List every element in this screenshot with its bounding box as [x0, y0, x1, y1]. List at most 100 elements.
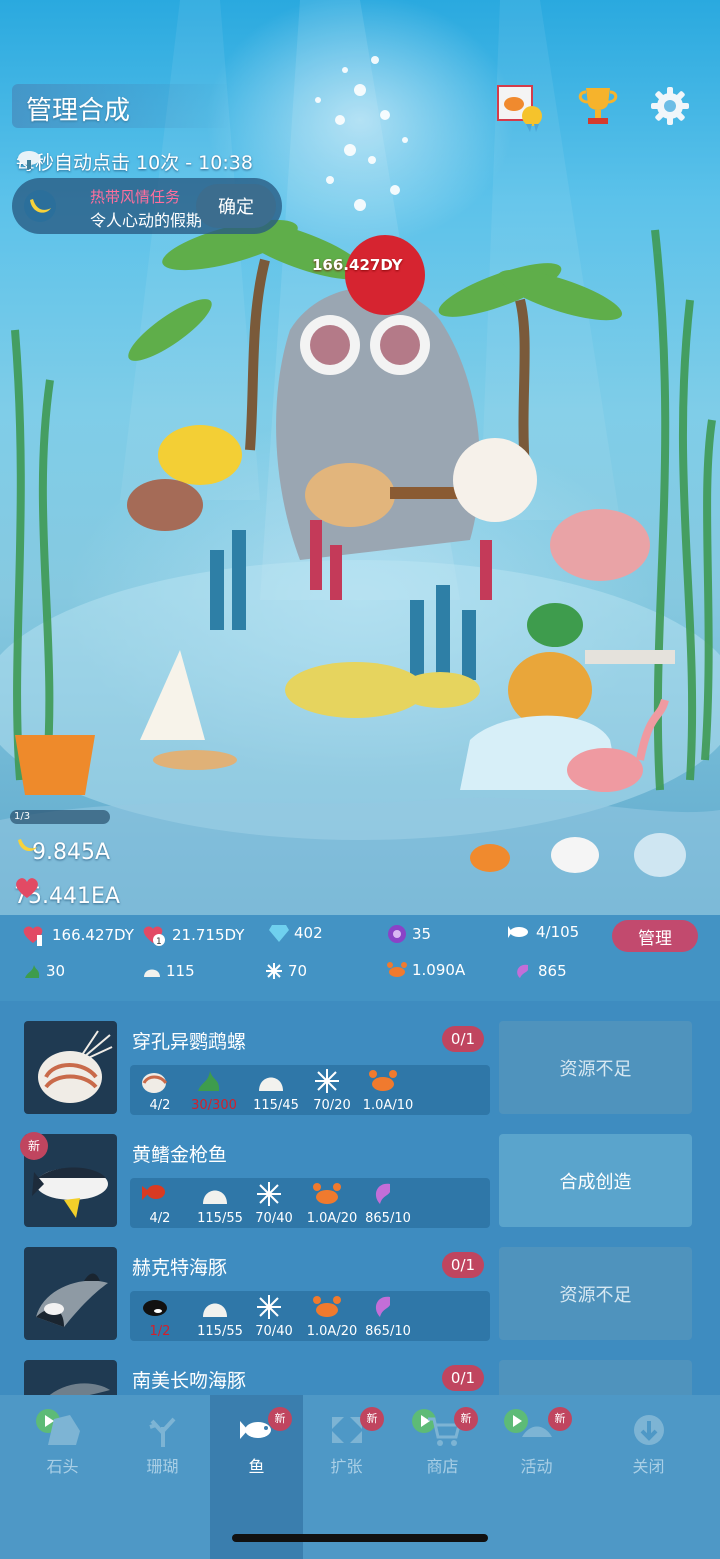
requirement: 4/2 — [130, 1178, 182, 1228]
purple-pearl-icon — [388, 925, 406, 943]
seaweed-icon — [25, 965, 40, 978]
photo-award-icon[interactable] — [496, 84, 542, 132]
item-name: 穿孔异鹦鹉螺 — [132, 1031, 247, 1053]
nav-item-close[interactable]: 关闭 — [602, 1395, 695, 1495]
fish-count-stat: 4/105 — [506, 923, 579, 941]
aquarium-scene[interactable]: 管理合成 每秒自动点击 10次 - 10:38 热带风情任务 令人心动的假期 确… — [0, 0, 720, 915]
coral-icon — [149, 1417, 176, 1447]
trophy-icon[interactable] — [576, 84, 620, 128]
requirement-text: 115/55 — [197, 1211, 243, 1226]
requirement: 70/40 — [244, 1178, 296, 1228]
requirement-text: 4/2 — [149, 1098, 171, 1113]
requirement-text: 115/45 — [253, 1098, 299, 1113]
new-badge: 新 — [360, 1407, 384, 1431]
row-action-button[interactable] — [499, 1360, 692, 1395]
orca-icon — [143, 1300, 167, 1316]
crab-icon — [369, 1070, 397, 1091]
urchin-icon — [315, 1069, 339, 1093]
seaweed-icon — [198, 1071, 220, 1091]
gear-icon[interactable] — [648, 84, 692, 128]
new-badge: 新 — [20, 1132, 48, 1160]
new-badge: 新 — [454, 1407, 478, 1431]
pearl-value: 35 — [412, 925, 432, 943]
shell-icon — [259, 1077, 283, 1091]
owned-count-badge: 0/1 — [442, 1026, 484, 1052]
fish-count-value: 4/105 — [536, 923, 580, 941]
requirement: 115/45 — [246, 1065, 299, 1115]
goldfish-icon — [142, 1185, 165, 1200]
auto-click-status: 每秒自动点击 10次 - 10:38 — [16, 148, 253, 174]
nautilus-icon — [142, 1073, 168, 1093]
rock-icon — [48, 1415, 80, 1445]
stats-panel: 166.427DY 1 21.715DY 402 35 4/105 管理 30 — [0, 915, 720, 1001]
urchin-icon — [257, 1182, 281, 1206]
heart-icon — [16, 878, 38, 898]
nav-item-rock[interactable]: 石头 — [16, 1395, 109, 1495]
shell-icon — [144, 969, 160, 977]
banana-resource: 9.845A — [14, 832, 110, 872]
owned-count-badge: 0/1 — [442, 1252, 484, 1278]
shrimp-icon — [375, 1296, 390, 1317]
urchin-stat: 70 — [264, 961, 307, 981]
shell-icon — [203, 1190, 227, 1204]
requirement: 1/2 — [130, 1291, 182, 1341]
heart-timer-icon: 1 — [143, 926, 165, 947]
insufficient-resources-button[interactable]: 资源不足 — [499, 1247, 692, 1340]
new-badge: 新 — [548, 1407, 572, 1431]
requirement-text: 115/55 — [197, 1324, 243, 1339]
gem-stat: 402 — [268, 923, 323, 943]
quest-subtitle: 令人心动的假期 — [90, 211, 203, 230]
requirement: 70/20 — [302, 1065, 354, 1115]
nav-label: 关闭 — [632, 1457, 665, 1476]
shell-value: 115 — [166, 962, 195, 980]
requirement-text: 30/300 — [191, 1098, 237, 1113]
requirement-text: 1.0A/20 — [306, 1211, 358, 1226]
nav-item-expand[interactable]: 新 扩张 — [300, 1395, 393, 1495]
shrimp-icon — [517, 964, 528, 978]
insufficient-resources-button[interactable]: 资源不足 — [499, 1021, 692, 1114]
banana-value: 9.845A — [32, 839, 111, 865]
tap-income-value: 166.427DY — [52, 926, 134, 944]
requirement: 1.0A/20 — [302, 1291, 357, 1341]
requirement-text: 70/40 — [255, 1324, 293, 1339]
timed-income-value: 21.715DY — [172, 926, 245, 944]
list-item: 赫克特海豚 0/1 1/2 115/55 70/40 1.0A/20 865/1… — [0, 1247, 720, 1360]
crab-stat: 1.090A — [386, 961, 465, 979]
nav-item-shop[interactable]: 新 商店 — [396, 1395, 489, 1495]
fish-recipe-list[interactable]: 穿孔异鹦鹉螺 0/1 4/2 30/300 115/45 70/20 1.0A/… — [0, 1001, 720, 1395]
create-button[interactable]: 合成创造 — [499, 1134, 692, 1227]
nav-label: 扩张 — [330, 1457, 363, 1476]
heart-tap-icon — [23, 926, 43, 946]
requirement: 1.0A/20 — [302, 1178, 357, 1228]
urchin-value: 70 — [288, 962, 308, 980]
quest-title: 热带风情任务 — [90, 188, 181, 206]
shrimp-value: 865 — [538, 962, 567, 980]
requirements: 4/2 115/55 70/40 1.0A/20 865/10 — [130, 1178, 490, 1228]
nav-item-coral[interactable]: 珊瑚 — [116, 1395, 209, 1495]
nav-item-event[interactable]: 新 活动 — [490, 1395, 583, 1495]
bucket-progress: 1/3 — [10, 810, 110, 824]
heart-resource: 75.441EA — [14, 876, 120, 915]
shrimp-icon — [375, 1183, 390, 1204]
item-name: 南美长吻海豚 — [132, 1370, 247, 1392]
new-badge: 新 — [268, 1407, 292, 1431]
manage-button[interactable]: 管理 — [612, 920, 698, 952]
crab-icon — [387, 962, 407, 977]
timed-income-stat: 1 21.715DY — [142, 923, 244, 947]
fish-count-icon — [508, 926, 528, 938]
crab-icon — [313, 1296, 341, 1317]
floating-earnings-text: 166.427DY — [312, 256, 403, 274]
home-indicator[interactable] — [232, 1534, 488, 1542]
quest-banner[interactable]: 热带风情任务 令人心动的假期 确定 — [12, 178, 282, 234]
requirement: 70/40 — [244, 1291, 296, 1341]
requirements: 1/2 115/55 70/40 1.0A/20 865/10 — [130, 1291, 490, 1341]
cloud-tap-icon — [18, 151, 40, 169]
item-name: 赫克特海豚 — [132, 1257, 228, 1279]
hectors-dolphin-thumbnail — [24, 1247, 117, 1340]
gem-value: 402 — [294, 924, 323, 942]
list-item: 新 黄鳍金枪鱼 4/2 115/55 70/40 1.0A/20 865/10 … — [0, 1132, 720, 1247]
requirement-text: 4/2 — [149, 1211, 171, 1226]
nav-label: 珊瑚 — [146, 1457, 179, 1476]
close-down-icon — [634, 1415, 664, 1445]
quest-confirm-button[interactable]: 确定 — [196, 184, 276, 228]
